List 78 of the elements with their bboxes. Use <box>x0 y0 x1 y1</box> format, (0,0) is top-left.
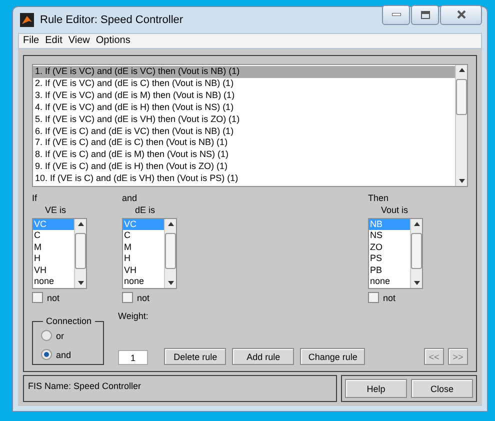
rule-item[interactable]: 10. If (VE is C) and (dE is VH) then (Vout is PS) (1) <box>33 173 455 186</box>
column-heading: and <box>122 193 138 203</box>
variable-label: VE is <box>45 205 68 215</box>
scroll-down-icon[interactable] <box>168 281 174 285</box>
scroll-up-icon[interactable] <box>168 222 174 226</box>
rule-item[interactable]: 9. If (VE is C) and (dE is H) then (Vout is ZO) (1) <box>33 161 455 174</box>
term-item[interactable]: none <box>33 276 74 288</box>
scrollbar[interactable] <box>74 219 86 288</box>
scrollbar[interactable] <box>164 219 176 288</box>
minimize-button[interactable] <box>382 4 410 25</box>
variable-label: dE is <box>135 205 156 215</box>
term-item[interactable]: C <box>33 230 74 242</box>
scroll-down-icon[interactable] <box>414 281 420 285</box>
term-item[interactable]: ZO <box>369 242 410 254</box>
term-item[interactable]: M <box>33 242 74 254</box>
rule-item[interactable]: 6. If (VE is C) and (dE is VC) then (Vout is NB) (1) <box>33 126 455 138</box>
rule-item[interactable]: 8. If (VE is C) and (dE is M) then (Vout is NS) (1) <box>33 149 455 162</box>
close-button[interactable] <box>440 4 482 25</box>
menu-item[interactable]: File <box>23 35 40 46</box>
term-item[interactable]: PS <box>369 253 410 265</box>
term-item[interactable]: none <box>123 276 164 288</box>
radio-label: or <box>56 330 64 340</box>
checkbox-label: not <box>47 292 60 302</box>
menu-item[interactable]: Options <box>96 35 130 46</box>
scroll-down-icon[interactable] <box>458 179 464 183</box>
scrollbar[interactable] <box>410 219 422 288</box>
rule-item[interactable]: 7. If (VE is C) and (dE is C) then (Vout is NB) (1) <box>33 137 455 150</box>
term-item[interactable]: H <box>33 253 74 265</box>
radio-button[interactable] <box>41 349 52 360</box>
maximize-icon <box>420 10 430 19</box>
weight-field[interactable]: 1 <box>118 350 148 365</box>
group-title: Connection <box>45 316 93 326</box>
menu-item[interactable]: Edit <box>45 35 62 46</box>
footer-button[interactable]: Help <box>345 379 407 398</box>
term-item[interactable]: none <box>369 276 410 288</box>
scroll-up-icon[interactable] <box>414 222 420 226</box>
rule-button[interactable]: Add rule <box>232 348 294 365</box>
rule-item[interactable]: 1. If (VE is VC) and (dE is VC) then (Vout is NB) (1) <box>33 66 455 78</box>
rule-item[interactable]: 3. If (VE is VC) and (dE is M) then (Vout is NB) (1) <box>33 90 455 102</box>
term-item[interactable]: VH <box>33 264 74 276</box>
not-checkbox[interactable] <box>32 292 43 303</box>
term-item[interactable]: NS <box>369 230 410 242</box>
not-checkbox[interactable] <box>122 292 133 303</box>
close-icon <box>456 10 466 20</box>
scroll-down-icon[interactable] <box>78 281 84 285</box>
term-list[interactable]: NB NS ZO PS PB none <box>368 218 423 289</box>
rule-item[interactable]: 4. If (VE is VC) and (dE is H) then (Vout is NS) (1) <box>33 102 455 114</box>
rule-list[interactable] <box>32 64 468 187</box>
rule-button[interactable]: Change rule <box>300 348 366 365</box>
scrollbar[interactable] <box>455 65 467 186</box>
radio-label: and <box>56 350 72 360</box>
scroll-up-icon[interactable] <box>458 68 464 72</box>
term-item[interactable]: C <box>123 230 164 242</box>
checkbox-label: not <box>137 292 150 302</box>
weight-label: Weight: <box>118 311 148 321</box>
term-item[interactable]: PB <box>369 264 410 276</box>
not-checkbox[interactable] <box>368 292 379 303</box>
scroll-up-icon[interactable] <box>78 222 84 226</box>
status-text: FIS Name: Speed Controller <box>23 375 337 402</box>
rule-item[interactable]: 5. If (VE is VC) and (dE is VH) then (Vout is ZO) (1) <box>33 114 455 126</box>
term-item[interactable]: M <box>123 242 164 254</box>
checkbox-label: not <box>383 292 396 302</box>
menu-item[interactable]: View <box>68 35 90 46</box>
term-list[interactable]: VC C M H VH none <box>122 218 177 289</box>
window-title: Rule Editor: Speed Controller <box>40 14 184 26</box>
maximize-button[interactable] <box>411 4 439 25</box>
column-heading: If <box>32 193 38 203</box>
rule-item[interactable]: 2. If (VE is VC) and (dE is C) then (Vout is NB) (1) <box>33 78 455 90</box>
minimize-icon <box>392 13 400 16</box>
column-heading: Then <box>368 193 390 203</box>
variable-label: Vout is <box>381 205 410 215</box>
term-item[interactable]: H <box>123 253 164 265</box>
term-item[interactable]: VH <box>123 264 164 276</box>
footer-button[interactable]: Close <box>411 379 473 398</box>
rule-button[interactable]: Delete rule <box>164 348 226 365</box>
term-list[interactable]: VC C M H VH none <box>32 218 87 289</box>
radio-button[interactable] <box>41 330 52 341</box>
app-icon <box>20 12 34 27</box>
